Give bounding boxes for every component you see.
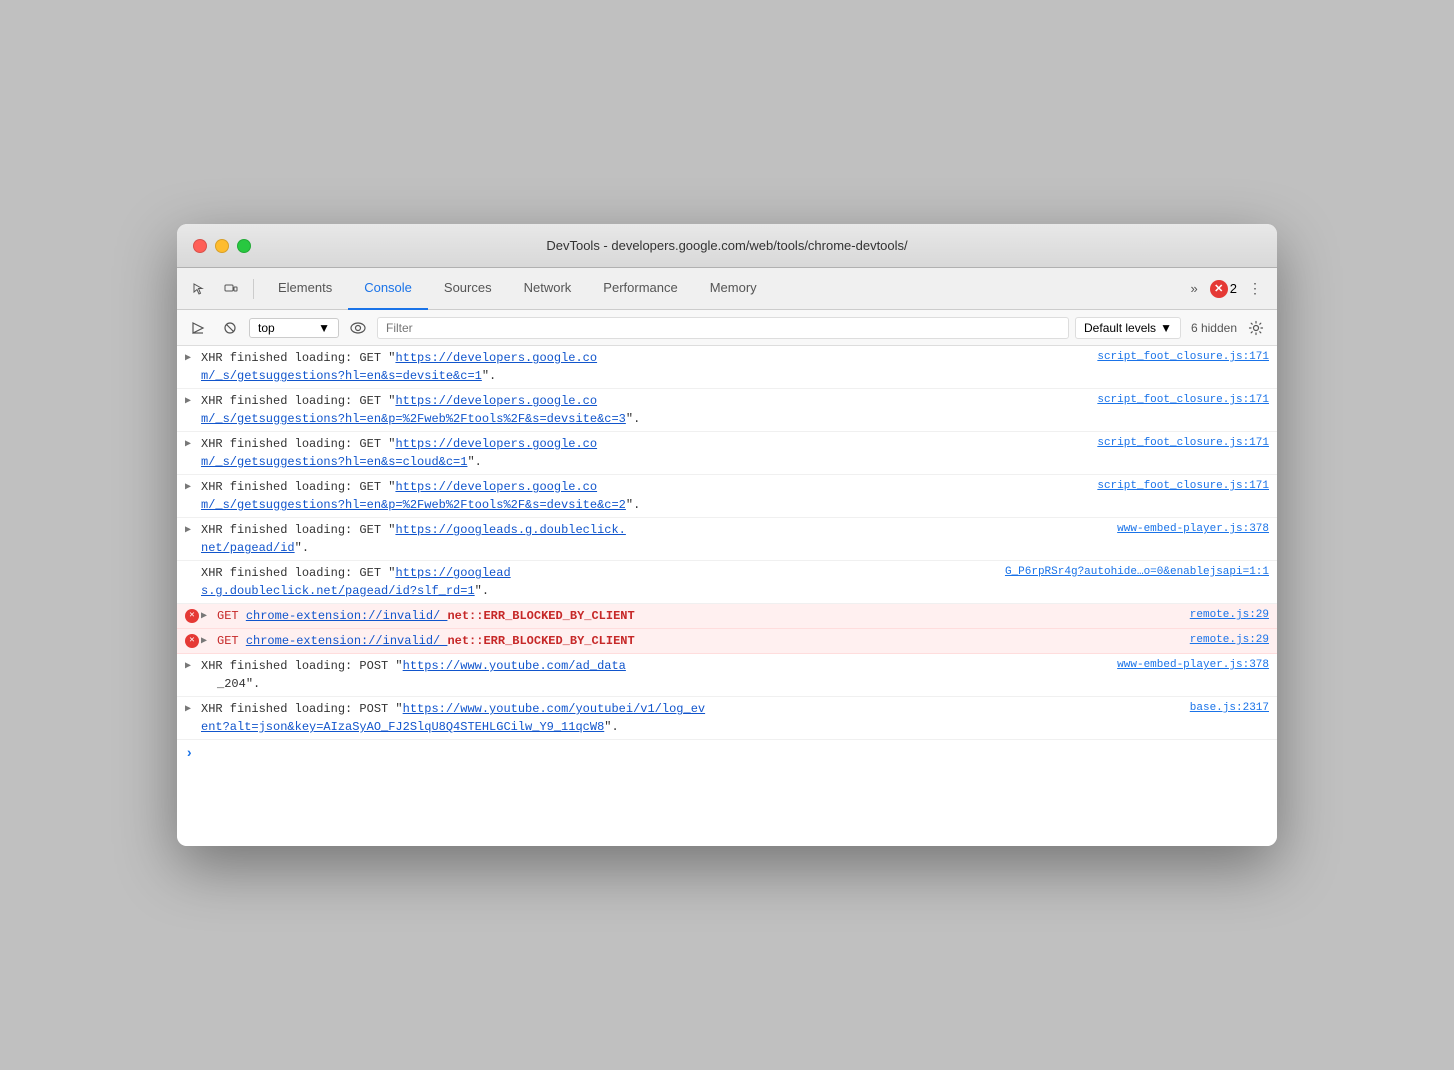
log-source[interactable]: remote.js:29 bbox=[1190, 607, 1269, 624]
log-source[interactable]: www-embed-player.js:378 bbox=[1117, 521, 1269, 538]
error-text: net::ERR_BLOCKED_BY_CLIENT bbox=[447, 634, 634, 648]
block-icon bbox=[223, 321, 237, 335]
tab-performance[interactable]: Performance bbox=[587, 268, 693, 310]
titlebar: DevTools - developers.google.com/web/too… bbox=[177, 224, 1277, 268]
log-entry: ▶ XHR finished loading: POST "https://ww… bbox=[177, 697, 1277, 740]
expand-icon[interactable]: ▶ bbox=[201, 609, 207, 624]
prompt-caret: › bbox=[185, 746, 193, 762]
maximize-button[interactable] bbox=[237, 239, 251, 253]
toolbar-end: ✕ 2 ⋮ bbox=[1210, 275, 1269, 303]
error-icon: ✕ bbox=[185, 609, 199, 623]
tab-overflow-button[interactable]: » bbox=[1183, 268, 1206, 310]
console-settings-button[interactable] bbox=[1243, 315, 1269, 341]
xhr-link[interactable]: https://developers.google.com/_s/getsugg… bbox=[201, 480, 626, 512]
console-output: ▶ XHR finished loading: GET "https://dev… bbox=[177, 346, 1277, 846]
minimize-button[interactable] bbox=[215, 239, 229, 253]
log-source[interactable]: script_foot_closure.js:171 bbox=[1097, 435, 1269, 452]
xhr-link[interactable]: https://googleads.g.doubleclick.net/page… bbox=[201, 566, 511, 598]
expand-icon[interactable]: ▶ bbox=[185, 394, 191, 409]
expand-icon[interactable]: ▶ bbox=[185, 437, 191, 452]
error-count-area: ✕ 2 bbox=[1210, 280, 1237, 298]
log-source[interactable]: script_foot_closure.js:171 bbox=[1097, 478, 1269, 495]
inspect-element-button[interactable] bbox=[185, 275, 213, 303]
expand-icon[interactable]: ▶ bbox=[201, 634, 207, 649]
window-title: DevTools - developers.google.com/web/too… bbox=[546, 238, 907, 253]
filter-input[interactable] bbox=[377, 317, 1069, 339]
log-message: XHR finished loading: GET "https://devel… bbox=[201, 392, 1089, 428]
device-icon bbox=[224, 282, 238, 296]
get-label: GET bbox=[217, 634, 239, 648]
tab-network[interactable]: Network bbox=[508, 268, 588, 310]
log-source[interactable]: script_foot_closure.js:171 bbox=[1097, 392, 1269, 409]
log-source[interactable]: remote.js:29 bbox=[1190, 632, 1269, 649]
context-selector[interactable]: top ▼ bbox=[249, 318, 339, 338]
get-link[interactable]: chrome-extension://invalid/ bbox=[246, 609, 448, 623]
expand-icon[interactable]: ▶ bbox=[185, 351, 191, 366]
log-message: XHR finished loading: GET "https://devel… bbox=[201, 349, 1089, 385]
log-message: XHR finished loading: POST "https://www.… bbox=[201, 700, 1182, 736]
close-button[interactable] bbox=[193, 239, 207, 253]
more-options-button[interactable]: ⋮ bbox=[1241, 275, 1269, 303]
tab-memory[interactable]: Memory bbox=[694, 268, 773, 310]
log-source[interactable]: script_foot_closure.js:171 bbox=[1097, 349, 1269, 366]
log-entry-error: ✕ ▶ GET chrome-extension://invalid/ net:… bbox=[177, 604, 1277, 629]
tab-sources[interactable]: Sources bbox=[428, 268, 508, 310]
log-message: XHR finished loading: GET "https://googl… bbox=[201, 564, 997, 600]
expand-icon[interactable]: ▶ bbox=[185, 702, 191, 717]
xhr-link[interactable]: https://developers.google.com/_s/getsugg… bbox=[201, 437, 597, 469]
hidden-count: 6 hidden bbox=[1191, 321, 1237, 335]
log-source[interactable]: base.js:2317 bbox=[1190, 700, 1269, 717]
xhr-link[interactable]: https://developers.google.com/_s/getsugg… bbox=[201, 351, 597, 383]
log-entry: ▶ XHR finished loading: GET "https://dev… bbox=[177, 389, 1277, 432]
log-message: GET chrome-extension://invalid/ net::ERR… bbox=[217, 607, 1182, 625]
log-message: XHR finished loading: GET "https://devel… bbox=[201, 478, 1089, 514]
devtools-toolbar: Elements Console Sources Network Perform… bbox=[177, 268, 1277, 310]
cursor-icon bbox=[192, 282, 206, 296]
log-message: GET chrome-extension://invalid/ net::ERR… bbox=[217, 632, 1182, 650]
log-entry-error: ✕ ▶ GET chrome-extension://invalid/ net:… bbox=[177, 629, 1277, 654]
tab-bar: Elements Console Sources Network Perform… bbox=[262, 268, 1179, 310]
get-label: GET bbox=[217, 609, 239, 623]
toolbar-divider bbox=[253, 279, 254, 299]
error-icon: ✕ bbox=[185, 634, 199, 648]
error-count: 2 bbox=[1230, 281, 1237, 296]
expand-icon[interactable]: ▶ bbox=[185, 659, 191, 674]
context-dropdown-icon: ▼ bbox=[318, 321, 330, 335]
play-icon bbox=[191, 321, 205, 335]
xhr-link[interactable]: https://googleads.g.doubleclick.net/page… bbox=[201, 523, 626, 555]
error-circle-icon: ✕ bbox=[1210, 280, 1228, 298]
expand-icon[interactable]: ▶ bbox=[185, 480, 191, 495]
log-entry: ▶ XHR finished loading: GET "https://dev… bbox=[177, 475, 1277, 518]
expand-icon[interactable]: ▶ bbox=[185, 523, 191, 538]
tab-console[interactable]: Console bbox=[348, 268, 428, 310]
gear-icon bbox=[1248, 320, 1264, 336]
xhr-link[interactable]: https://www.youtube.com/ad_data bbox=[403, 659, 626, 673]
get-link[interactable]: chrome-extension://invalid/ bbox=[246, 634, 448, 648]
error-text: net::ERR_BLOCKED_BY_CLIENT bbox=[447, 609, 634, 623]
log-entry: ▶ XHR finished loading: POST "https://ww… bbox=[177, 654, 1277, 697]
log-entry: ▶ XHR finished loading: GET "https://dev… bbox=[177, 346, 1277, 389]
device-toolbar-button[interactable] bbox=[217, 275, 245, 303]
log-entry: XHR finished loading: GET "https://googl… bbox=[177, 561, 1277, 604]
tab-elements[interactable]: Elements bbox=[262, 268, 348, 310]
clear-console-button[interactable] bbox=[217, 315, 243, 341]
console-toolbar: top ▼ Default levels ▼ 6 hidden bbox=[177, 310, 1277, 346]
xhr-link[interactable]: https://www.youtube.com/youtubei/v1/log_… bbox=[201, 702, 705, 734]
eye-icon bbox=[350, 322, 366, 334]
log-level-selector[interactable]: Default levels ▼ bbox=[1075, 317, 1181, 339]
log-message: XHR finished loading: POST "https://www.… bbox=[201, 657, 1109, 693]
execute-script-button[interactable] bbox=[185, 315, 211, 341]
level-dropdown-icon: ▼ bbox=[1160, 321, 1172, 335]
log-source[interactable]: G_P6rpRSr4g?autohide…o=0&enablejsapi=1:1 bbox=[1005, 564, 1269, 581]
log-source[interactable]: www-embed-player.js:378 bbox=[1117, 657, 1269, 674]
console-prompt[interactable]: › bbox=[177, 740, 1277, 768]
log-message: XHR finished loading: GET "https://googl… bbox=[201, 521, 1109, 557]
devtools-window: DevTools - developers.google.com/web/too… bbox=[177, 224, 1277, 846]
xhr-link[interactable]: https://developers.google.com/_s/getsugg… bbox=[201, 394, 626, 426]
log-message: XHR finished loading: GET "https://devel… bbox=[201, 435, 1089, 471]
log-entry: ▶ XHR finished loading: GET "https://goo… bbox=[177, 518, 1277, 561]
traffic-lights bbox=[193, 239, 251, 253]
eye-icon-button[interactable] bbox=[345, 315, 371, 341]
log-entry: ▶ XHR finished loading: GET "https://dev… bbox=[177, 432, 1277, 475]
